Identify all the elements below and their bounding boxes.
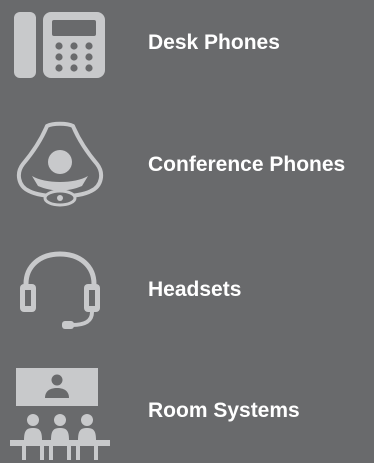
product-category-menu: Desk Phones Conference Phones Headsets R… xyxy=(0,0,374,463)
menu-item-label: Desk Phones xyxy=(148,31,280,54)
headset-icon xyxy=(0,240,120,340)
menu-item-label: Room Systems xyxy=(148,399,300,422)
menu-item-room-systems[interactable]: Room Systems xyxy=(0,360,374,460)
conference-phone-icon xyxy=(0,112,120,212)
menu-item-label: Headsets xyxy=(148,278,242,301)
menu-item-label: Conference Phones xyxy=(148,153,346,176)
menu-item-headsets[interactable]: Headsets xyxy=(0,240,374,340)
menu-item-desk-phones[interactable]: Desk Phones xyxy=(0,0,374,100)
desk-phone-icon xyxy=(0,0,120,100)
room-system-icon xyxy=(0,360,120,460)
menu-item-conference-phones[interactable]: Conference Phones xyxy=(0,112,374,212)
